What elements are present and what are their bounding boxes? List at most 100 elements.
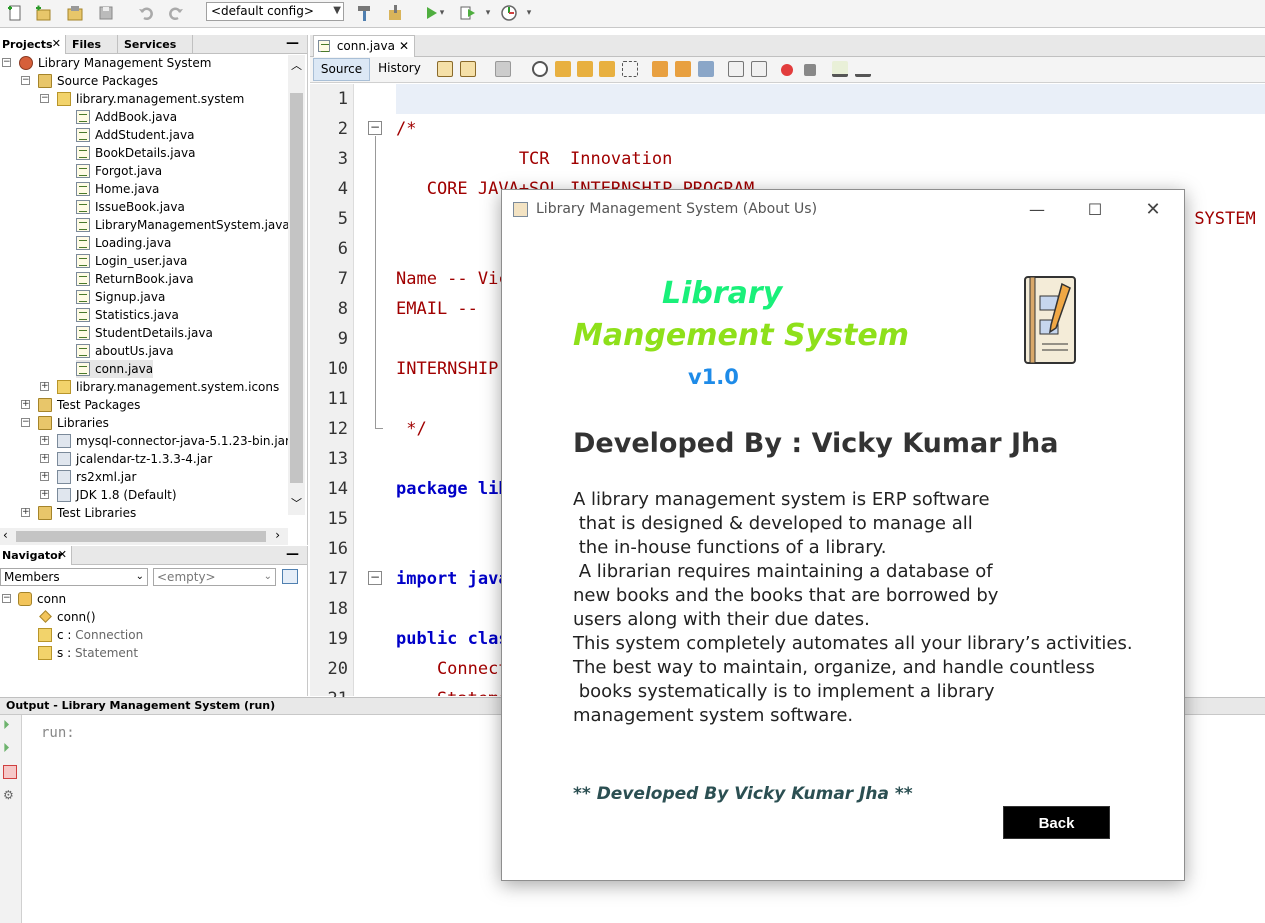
start-macro-icon[interactable]	[781, 64, 793, 76]
tree-item[interactable]: Loading.java	[76, 234, 171, 252]
expand-icon[interactable]: +	[40, 436, 49, 445]
back-icon[interactable]	[460, 61, 476, 77]
tree-item[interactable]: LibraryManagementSystem.java	[76, 216, 290, 234]
navigator-item[interactable]: conn()	[38, 608, 96, 626]
new-file-icon[interactable]	[4, 3, 26, 23]
navigator-item[interactable]: s : Statement	[38, 644, 138, 662]
navigator-item[interactable]: conn	[18, 590, 66, 608]
expand-icon[interactable]: +	[40, 490, 49, 499]
last-edit-icon[interactable]	[437, 61, 453, 77]
find-icon[interactable]	[532, 61, 548, 77]
build-hammer-icon[interactable]	[353, 3, 375, 23]
expand-icon[interactable]: +	[40, 454, 49, 463]
profile-icon[interactable]	[498, 3, 520, 23]
redo-icon[interactable]	[165, 3, 187, 23]
tree-item[interactable]: BookDetails.java	[76, 144, 195, 162]
scroll-right-icon[interactable]: ›	[275, 528, 280, 542]
close-icon[interactable]: ✕	[58, 548, 67, 561]
hscrollbar-thumb[interactable]	[16, 531, 266, 542]
close-icon[interactable]: ✕	[399, 36, 409, 56]
members-select[interactable]: Members ⌄	[0, 568, 148, 586]
tree-item[interactable]: JDK 1.8 (Default)	[57, 486, 177, 504]
tree-item[interactable]: mysql-connector-java-5.1.23-bin.jar	[57, 432, 290, 450]
expand-icon[interactable]: +	[21, 508, 30, 517]
collapse-icon[interactable]: −	[21, 418, 30, 427]
toggle-highlight-icon[interactable]	[622, 61, 638, 77]
source-tab[interactable]: Source	[313, 58, 370, 81]
uncomment-icon[interactable]	[855, 61, 871, 77]
tree-item[interactable]: rs2xml.jar	[57, 468, 136, 486]
scroll-down-icon[interactable]: ﹀	[291, 495, 302, 511]
find-previous-icon[interactable]	[555, 61, 571, 77]
tab-navigator[interactable]: Navigator ✕	[0, 546, 72, 565]
run-dropdown-icon[interactable]: ▾	[436, 3, 448, 23]
fold-collapse-icon[interactable]: −	[368, 121, 382, 135]
expand-icon[interactable]: +	[40, 472, 49, 481]
tree-item[interactable]: Test Libraries	[38, 504, 136, 522]
projects-vertical-scrollbar[interactable]: ︿ ﹀	[288, 55, 305, 515]
undo-icon[interactable]	[135, 3, 157, 23]
tree-item[interactable]: Home.java	[76, 180, 159, 198]
close-icon[interactable]: ✕	[1130, 196, 1176, 222]
expand-icon[interactable]: +	[21, 400, 30, 409]
settings-gear-icon[interactable]: ⚙	[3, 788, 17, 802]
tree-item[interactable]: Statistics.java	[76, 306, 179, 324]
tree-item[interactable]: Library Management System	[19, 54, 211, 72]
tree-item[interactable]: Source Packages	[38, 72, 158, 90]
tree-item[interactable]: AddBook.java	[76, 108, 177, 126]
projects-horizontal-scrollbar[interactable]: ‹ ›	[0, 528, 288, 545]
navigator-item[interactable]: c : Connection	[38, 626, 143, 644]
find-next-icon[interactable]	[577, 61, 593, 77]
scroll-left-icon[interactable]: ‹	[3, 528, 8, 542]
tab-files[interactable]: Files	[67, 35, 118, 54]
config-select[interactable]: <default config> ▼	[206, 2, 344, 21]
filter-select[interactable]: <empty> ⌄	[153, 568, 276, 586]
maximize-icon[interactable]: ☐	[1072, 196, 1118, 222]
save-all-icon[interactable]	[95, 3, 117, 23]
close-icon[interactable]: ✕	[52, 37, 61, 50]
tree-item[interactable]: jcalendar-tz-1.3.3-4.jar	[57, 450, 212, 468]
debug-icon[interactable]	[457, 3, 479, 23]
new-project-icon[interactable]	[32, 3, 54, 23]
shift-right-icon[interactable]	[751, 61, 767, 77]
scroll-up-icon[interactable]: ︿	[291, 57, 302, 73]
forward-icon[interactable]	[495, 61, 511, 77]
debug-dropdown-icon[interactable]: ▾	[482, 3, 494, 23]
tree-item[interactable]: IssueBook.java	[76, 198, 185, 216]
tree-item[interactable]: aboutUs.java	[76, 342, 174, 360]
rerun-icon[interactable]: ⏵	[3, 719, 17, 733]
comment-icon[interactable]	[832, 61, 848, 77]
previous-bookmark-icon[interactable]	[652, 61, 668, 77]
clean-build-icon[interactable]	[384, 3, 406, 23]
history-tab[interactable]: History	[372, 58, 427, 81]
tree-item[interactable]: Libraries	[38, 414, 109, 432]
fold-collapse-icon[interactable]: −	[368, 571, 382, 585]
tree-item[interactable]: Login_user.java	[76, 252, 187, 270]
tree-item[interactable]: library.management.system.icons	[57, 378, 279, 396]
scrollbar-thumb[interactable]	[290, 93, 303, 483]
minimize-panel-icon[interactable]: —	[286, 547, 299, 562]
tree-item[interactable]: Forgot.java	[76, 162, 162, 180]
collapse-icon[interactable]: −	[2, 594, 11, 603]
profile-dropdown-icon[interactable]: ▾	[523, 3, 535, 23]
tab-conn-java[interactable]: conn.java ✕	[313, 35, 415, 57]
collapse-icon[interactable]: −	[2, 58, 11, 67]
find-selection-icon[interactable]	[599, 61, 615, 77]
tree-item[interactable]: ReturnBook.java	[76, 270, 194, 288]
tree-item[interactable]: StudentDetails.java	[76, 324, 213, 342]
open-project-icon[interactable]	[64, 3, 86, 23]
tree-item[interactable]: conn.java	[76, 360, 154, 378]
collapse-icon[interactable]: −	[40, 94, 49, 103]
shift-left-icon[interactable]	[728, 61, 744, 77]
tab-services[interactable]: Services	[119, 35, 193, 54]
navigator-settings-icon[interactable]	[282, 569, 298, 584]
tab-projects[interactable]: Projects ✕	[0, 35, 66, 54]
toggle-bookmark-icon[interactable]	[698, 61, 714, 77]
tree-item[interactable]: library.management.system	[57, 90, 244, 108]
expand-icon[interactable]: +	[40, 382, 49, 391]
minimize-panel-icon[interactable]: —	[286, 36, 299, 51]
minimize-icon[interactable]: —	[1014, 196, 1060, 222]
tree-item[interactable]: Test Packages	[38, 396, 140, 414]
back-button[interactable]: Back	[1003, 806, 1110, 839]
tree-item[interactable]: AddStudent.java	[76, 126, 194, 144]
